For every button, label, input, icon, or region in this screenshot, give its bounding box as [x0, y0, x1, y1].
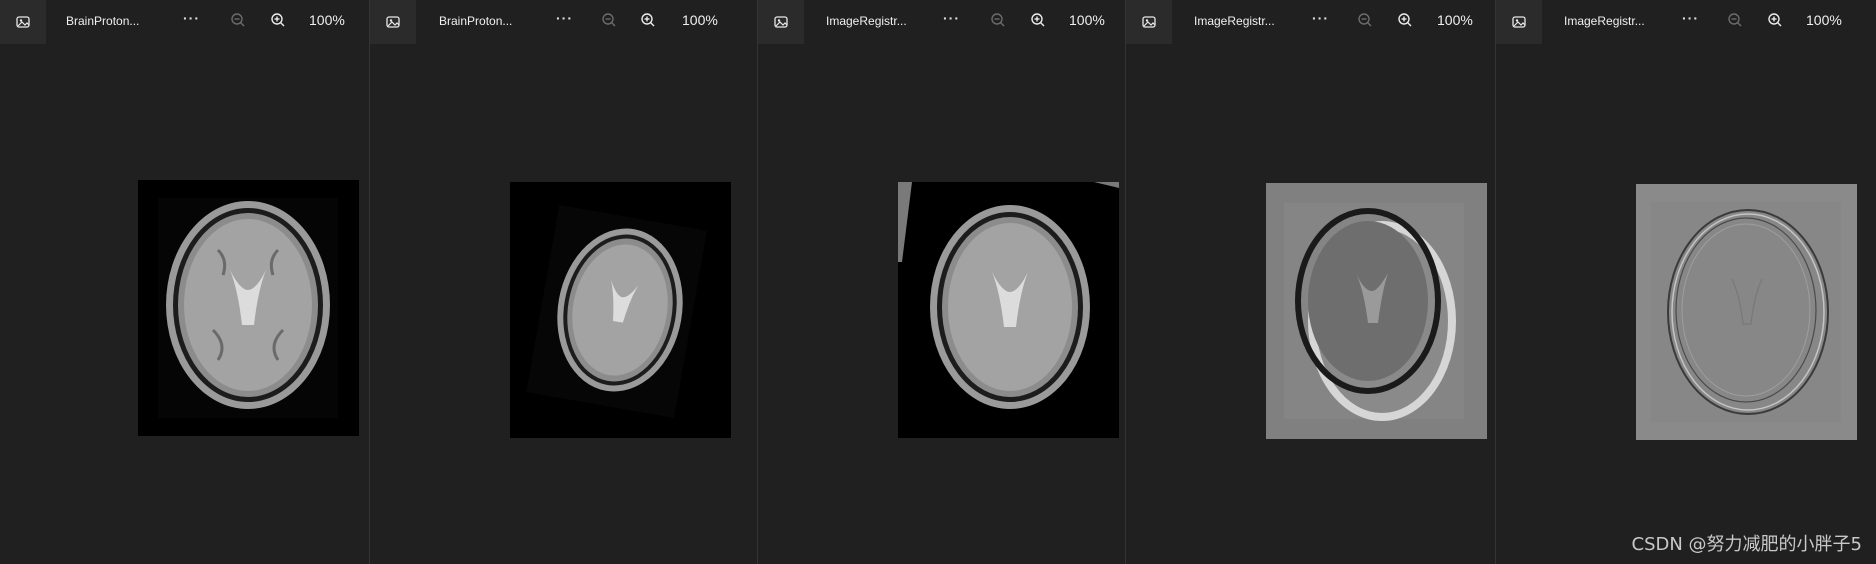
more-options-icon[interactable]: ···	[1312, 10, 1329, 26]
more-options-icon[interactable]: ···	[556, 10, 573, 26]
zoom-level[interactable]: 100%	[682, 12, 718, 28]
zoom-out-icon[interactable]	[1726, 11, 1744, 29]
zoom-out-icon[interactable]	[989, 11, 1007, 29]
zoom-in-icon[interactable]	[1766, 11, 1784, 29]
image-viewer-1: BrainProton... ··· 100%	[0, 0, 370, 564]
zoom-level[interactable]: 100%	[309, 12, 345, 28]
photo-icon	[386, 16, 400, 28]
more-options-icon[interactable]: ···	[1682, 10, 1699, 26]
photo-icon	[1512, 16, 1526, 28]
viewer-toolbar: BrainProton... ··· 100%	[0, 0, 369, 44]
photo-icon	[1142, 16, 1156, 28]
image-title: BrainProton...	[439, 14, 513, 28]
more-options-icon[interactable]: ···	[943, 10, 960, 26]
image-viewer-3: ImageRegistr... ··· 100%	[758, 0, 1126, 564]
gallery-button[interactable]	[1126, 0, 1172, 44]
zoom-level[interactable]: 100%	[1069, 12, 1105, 28]
gallery-button[interactable]	[1496, 0, 1542, 44]
watermark: CSDN @努力减肥的小胖子5	[1631, 534, 1863, 555]
zoom-in-icon[interactable]	[639, 11, 657, 29]
mri-image	[138, 180, 359, 436]
gallery-button[interactable]	[758, 0, 804, 44]
image-title: ImageRegistr...	[826, 14, 907, 28]
image-viewer-2: BrainProton... ··· 100%	[370, 0, 758, 564]
mri-image	[898, 182, 1119, 438]
viewer-toolbar: ImageRegistr... ··· 100%	[1496, 0, 1876, 44]
image-title: BrainProton...	[66, 14, 140, 28]
mri-image	[510, 182, 731, 438]
zoom-in-icon[interactable]	[1396, 11, 1414, 29]
zoom-in-icon[interactable]	[1029, 11, 1047, 29]
image-viewer-4: ImageRegistr... ··· 100%	[1126, 0, 1496, 564]
photo-icon	[774, 16, 788, 28]
zoom-in-icon[interactable]	[269, 11, 287, 29]
image-title: ImageRegistr...	[1194, 14, 1275, 28]
gallery-button[interactable]	[370, 0, 416, 44]
zoom-out-icon[interactable]	[600, 11, 618, 29]
mri-image	[1266, 183, 1487, 439]
mri-image	[1636, 184, 1857, 440]
image-title: ImageRegistr...	[1564, 14, 1645, 28]
viewer-toolbar: ImageRegistr... ··· 100%	[758, 0, 1125, 44]
more-options-icon[interactable]: ···	[183, 10, 200, 26]
zoom-out-icon[interactable]	[1356, 11, 1374, 29]
viewer-toolbar: BrainProton... ··· 100%	[370, 0, 757, 44]
gallery-button[interactable]	[0, 0, 46, 44]
photos-viewer-stage: BrainProton... ··· 100% BrainProton... ·…	[0, 0, 1876, 564]
image-viewer-5: ImageRegistr... ··· 100%	[1496, 0, 1876, 564]
zoom-out-icon[interactable]	[229, 11, 247, 29]
viewer-toolbar: ImageRegistr... ··· 100%	[1126, 0, 1495, 44]
photo-icon	[16, 16, 30, 28]
zoom-level[interactable]: 100%	[1437, 12, 1473, 28]
zoom-level[interactable]: 100%	[1806, 12, 1842, 28]
